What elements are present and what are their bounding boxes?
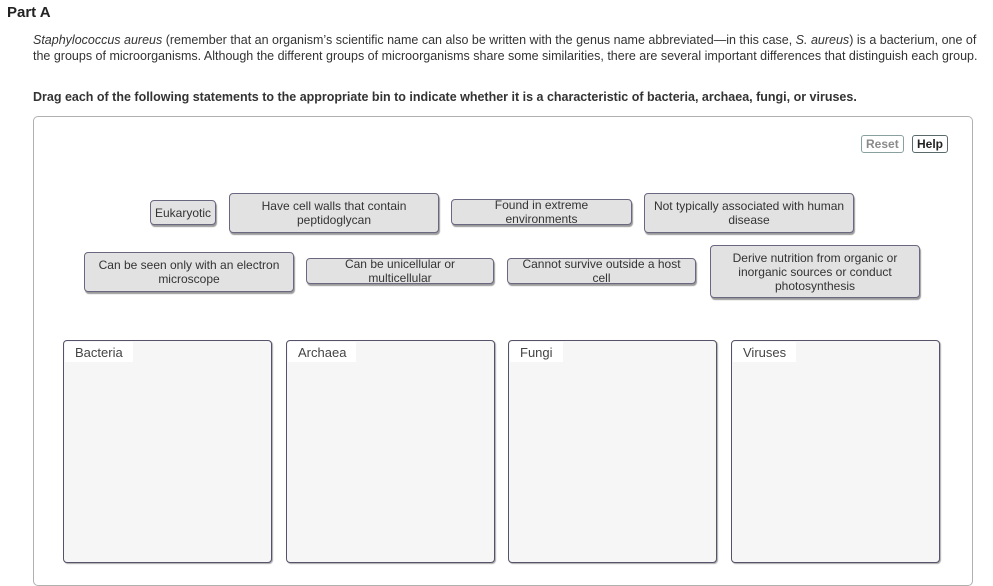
- bin-label: Archaea: [288, 342, 357, 362]
- species-name: Staphylococcus aureus: [33, 33, 163, 47]
- bin-label: Fungi: [510, 342, 563, 362]
- intro-paragraph: Staphylococcus aureus (remember that an …: [33, 32, 983, 64]
- bin-fungi[interactable]: Fungi: [508, 340, 717, 563]
- statement-chip[interactable]: Not typically associated with human dise…: [644, 193, 854, 233]
- part-title: Part A: [7, 4, 51, 21]
- reset-button[interactable]: Reset: [861, 135, 904, 153]
- statement-chip[interactable]: Eukaryotic: [150, 200, 216, 225]
- bin-archaea[interactable]: Archaea: [286, 340, 495, 563]
- species-abbrev: S. aureus: [795, 33, 850, 47]
- statement-chip[interactable]: Can be unicellular or multicellular: [306, 257, 494, 285]
- statement-chip[interactable]: Can be seen only with an electron micros…: [84, 252, 294, 292]
- bin-label: Bacteria: [65, 342, 133, 362]
- statement-chip[interactable]: Have cell walls that contain peptidoglyc…: [229, 193, 439, 233]
- instruction: Drag each of the following statements to…: [33, 90, 857, 104]
- statement-chip[interactable]: Derive nutrition from organic or inorgan…: [710, 245, 920, 298]
- help-button[interactable]: Help: [912, 135, 949, 153]
- bin-viruses[interactable]: Viruses: [731, 340, 940, 563]
- statement-chip[interactable]: Found in extreme environments: [451, 198, 632, 226]
- statement-chip[interactable]: Cannot survive outside a host cell: [507, 257, 696, 285]
- bin-bacteria[interactable]: Bacteria: [63, 340, 272, 563]
- bin-label: Viruses: [733, 342, 797, 362]
- intro-text-1: (remember that an organism’s scientific …: [162, 33, 796, 47]
